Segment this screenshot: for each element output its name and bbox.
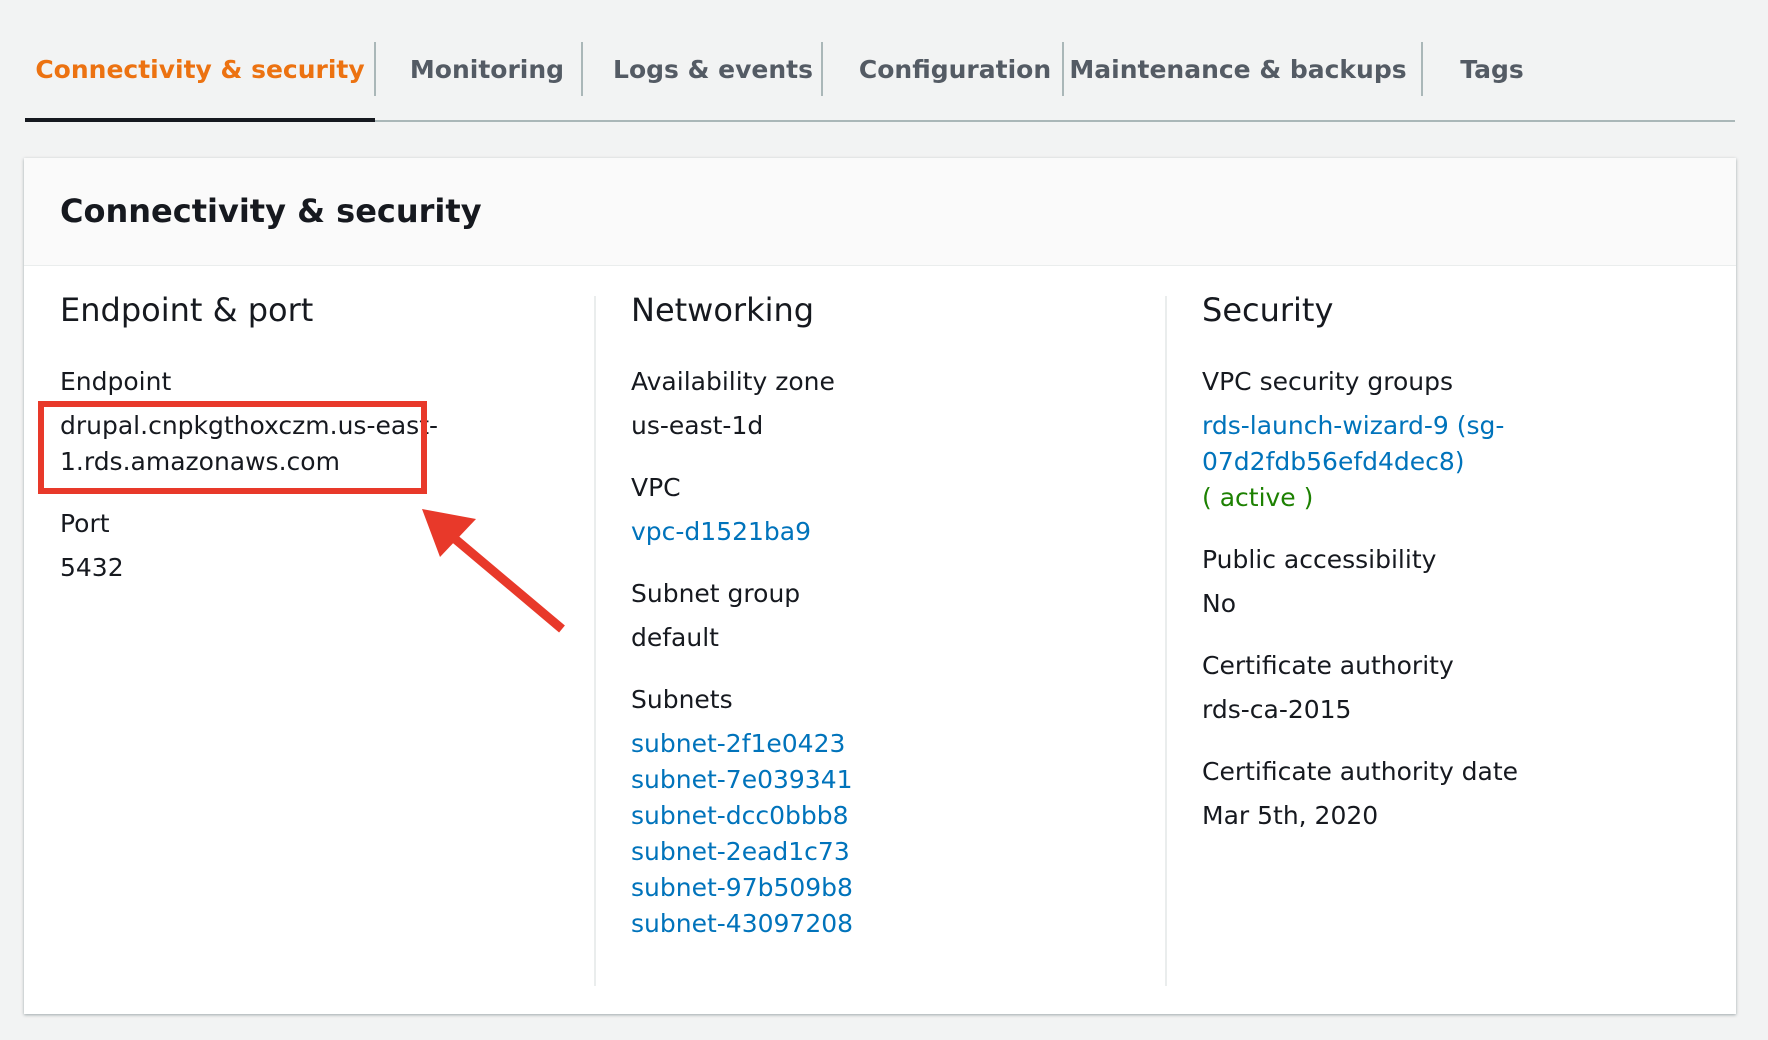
public-accessibility-label: Public accessibility <box>1202 545 1437 574</box>
subnets-list: subnet-2f1e0423 subnet-7e039341 subnet-d… <box>631 726 1151 942</box>
certificate-authority-date-value: Mar 5th, 2020 <box>1202 801 1379 830</box>
tab-monitoring[interactable]: Monitoring <box>405 42 569 96</box>
connectivity-security-panel: Connectivity & security Endpoint & port … <box>24 158 1736 1014</box>
public-accessibility-field: Public accessibility No <box>1202 542 1722 622</box>
security-group-status: ( active ) <box>1202 483 1314 512</box>
endpoint-label: Endpoint <box>60 367 172 396</box>
tab-tags[interactable]: Tags <box>1447 42 1537 96</box>
subnet-group-value: default <box>631 623 719 652</box>
annotation-arrow-icon <box>422 509 565 633</box>
column-divider <box>594 296 596 986</box>
security-group-link-line2: 07d2fdb56efd4dec8) <box>1202 447 1465 476</box>
availability-zone-label: Availability zone <box>631 367 835 396</box>
vpc-field: VPC vpc-d1521ba9 <box>631 470 1151 550</box>
subnets-field: Subnets subnet-2f1e0423 subnet-7e039341 … <box>631 682 1151 942</box>
security-group-link[interactable]: rds-launch-wizard-9 (sg- 07d2fdb56efd4de… <box>1202 408 1722 480</box>
column-divider <box>1165 296 1167 986</box>
endpoint-highlight-box <box>38 401 427 494</box>
security-group-link-line1: rds-launch-wizard-9 (sg- <box>1202 411 1505 440</box>
panel-header: Connectivity & security <box>24 158 1736 266</box>
tab-divider <box>1062 42 1064 96</box>
panel-title: Connectivity & security <box>60 192 482 230</box>
subnet-link[interactable]: subnet-2ead1c73 <box>631 834 1151 870</box>
networking-title: Networking <box>631 291 815 329</box>
subnet-link[interactable]: subnet-97b509b8 <box>631 870 1151 906</box>
security-section: Security VPC security groups rds-launch-… <box>1202 290 1722 860</box>
vpc-security-groups-label: VPC security groups <box>1202 367 1453 396</box>
tab-maintenance-backups[interactable]: Maintenance & backups <box>1069 42 1406 96</box>
tab-divider <box>821 42 823 96</box>
vpc-label: VPC <box>631 473 681 502</box>
subnet-link[interactable]: subnet-2f1e0423 <box>631 726 1151 762</box>
tab-connectivity-security[interactable]: Connectivity & security <box>35 42 364 96</box>
tab-divider <box>581 42 583 96</box>
availability-zone-field: Availability zone us-east-1d <box>631 364 1151 444</box>
vpc-security-groups-value: rds-launch-wizard-9 (sg- 07d2fdb56efd4de… <box>1202 408 1722 516</box>
certificate-authority-date-field: Certificate authority date Mar 5th, 2020 <box>1202 754 1722 834</box>
subnet-link[interactable]: subnet-43097208 <box>631 906 1151 942</box>
endpoint-port-title: Endpoint & port <box>60 291 314 329</box>
networking-section: Networking Availability zone us-east-1d … <box>631 290 1151 968</box>
subnet-group-field: Subnet group default <box>631 576 1151 656</box>
vpc-security-groups-field: VPC security groups rds-launch-wizard-9 … <box>1202 364 1722 516</box>
active-tab-indicator <box>25 118 375 122</box>
tab-configuration[interactable]: Configuration <box>855 42 1055 96</box>
tab-divider <box>1421 42 1423 96</box>
tab-bar: Connectivity & security Monitoring Logs … <box>25 0 1735 122</box>
certificate-authority-value: rds-ca-2015 <box>1202 695 1352 724</box>
availability-zone-value: us-east-1d <box>631 411 764 440</box>
vpc-link[interactable]: vpc-d1521ba9 <box>631 514 1151 550</box>
subnet-link[interactable]: subnet-7e039341 <box>631 762 1151 798</box>
tab-divider <box>374 42 376 96</box>
subnet-link[interactable]: subnet-dcc0bbb8 <box>631 798 1151 834</box>
public-accessibility-value: No <box>1202 589 1236 618</box>
security-title: Security <box>1202 291 1334 329</box>
certificate-authority-date-label: Certificate authority date <box>1202 757 1519 786</box>
certificate-authority-field: Certificate authority rds-ca-2015 <box>1202 648 1722 728</box>
vpc-value-wrapper: vpc-d1521ba9 <box>631 514 1151 550</box>
tab-logs-events[interactable]: Logs & events <box>613 42 813 96</box>
subnets-label: Subnets <box>631 685 733 714</box>
subnet-group-label: Subnet group <box>631 579 801 608</box>
certificate-authority-label: Certificate authority <box>1202 651 1454 680</box>
